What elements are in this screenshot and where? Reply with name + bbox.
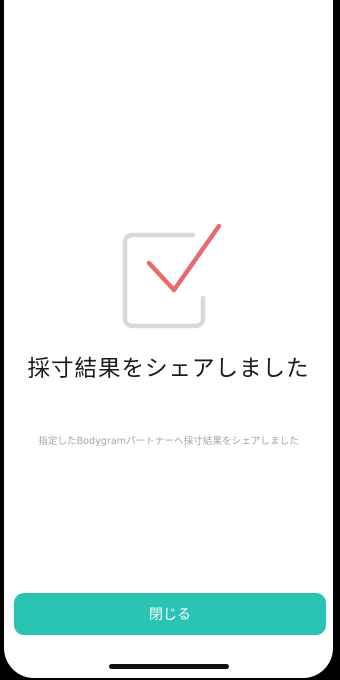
result-title: 採寸結果をシェアしました	[27, 356, 310, 382]
checkbox-checked-icon	[116, 220, 226, 330]
close-button[interactable]: 閉じる	[14, 593, 326, 635]
result-message: 指定したBodygramパートナーへ採寸結果をシェアしました	[38, 436, 299, 447]
share-complete-screen: 採寸結果をシェアしました 指定したBodygramパートナーへ採寸結果をシェアし…	[4, 0, 333, 678]
phone-frame: 採寸結果をシェアしました 指定したBodygramパートナーへ採寸結果をシェアし…	[0, 0, 340, 680]
home-indicator[interactable]	[109, 664, 229, 669]
